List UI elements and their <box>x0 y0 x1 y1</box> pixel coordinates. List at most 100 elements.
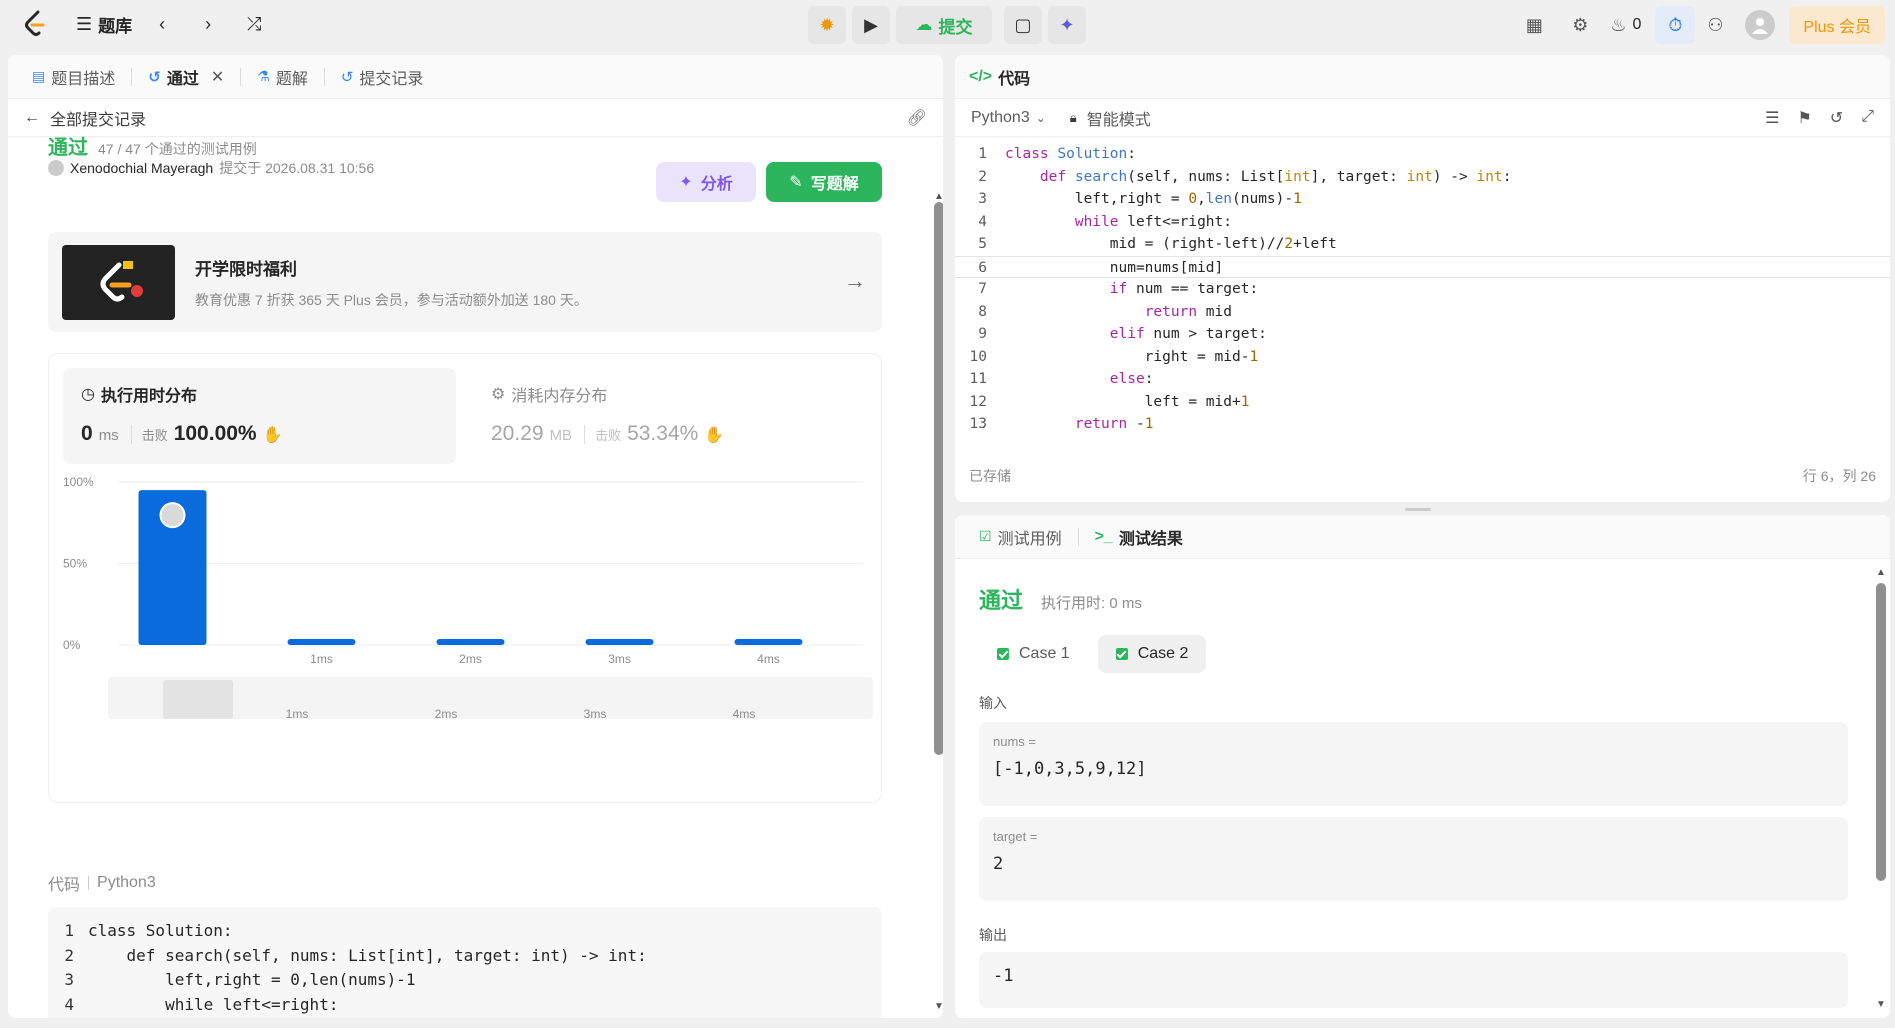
run-button[interactable]: ▶ <box>852 6 890 44</box>
leetcode-logo-icon[interactable] <box>20 8 50 40</box>
username[interactable]: Xenodochial Mayeragh <box>70 160 213 176</box>
scroll-up-icon[interactable]: ▲ <box>934 191 943 202</box>
share-link-icon[interactable]: 🔗︎ <box>907 108 927 128</box>
streak-button[interactable]: ♨ 0 <box>1610 9 1641 41</box>
back-to-submissions[interactable]: ← 全部提交记录 <box>24 106 146 130</box>
line-number: 4 <box>64 994 74 1014</box>
submitted-time: 提交于 2026.08.31 10:56 <box>219 160 375 176</box>
tab-accepted[interactable]: ↺ 通过 ✕ <box>138 55 234 99</box>
status-row: 通过 47 / 47 个通过的测试用例 <box>48 131 257 160</box>
code-label: 代码 <box>48 877 81 894</box>
problem-list-button[interactable]: ☰ 题库 <box>76 8 132 40</box>
debug-button[interactable]: ✹ <box>808 6 846 44</box>
runtime-stat[interactable]: ◷ 执行用时分布 0 ms 击败 100.00% ✋ <box>63 368 456 464</box>
editor-line[interactable]: 9 elif num > target: <box>955 323 1890 346</box>
test-result-panel: ☑ 测试用例 >_ 测试结果 通过 执行用时: 0 ms Case 1 Case… <box>955 515 1890 1018</box>
promo-banner[interactable]: 开学限时福利 教育优惠 7 折获 365 天 Plus 会员，参与活动额外加送 … <box>48 232 882 332</box>
avatar[interactable] <box>1745 10 1776 40</box>
editor-line[interactable]: 13 return -1 <box>955 413 1890 436</box>
editor-mode[interactable]: 智能模式 <box>1087 106 1151 130</box>
editor-line[interactable]: 11 else: <box>955 368 1890 391</box>
chart-bar[interactable] <box>287 639 356 645</box>
code-editor[interactable]: 1 class Solution: 2 def search(self, nums:… <box>955 139 1890 459</box>
cloud-upload-icon: ☁ <box>915 15 933 34</box>
tab-testcase[interactable]: ☑ 测试用例 <box>969 515 1072 559</box>
invite-button[interactable]: ⚇ <box>1699 9 1731 41</box>
editor-line[interactable]: 6 num=nums[mid] <box>955 255 1890 278</box>
editor-line[interactable]: 10 right = mid-1 <box>955 346 1890 369</box>
chart-bar[interactable] <box>734 639 803 645</box>
analyze-button[interactable]: ✦ 分析 <box>656 162 756 202</box>
vertical-resize-handle[interactable] <box>1405 508 1431 511</box>
y-tick-label: 50% <box>63 557 87 571</box>
memory-title: 消耗内存分布 <box>511 388 608 405</box>
memory-stat[interactable]: ⚙ 消耗内存分布 20.29 MB 击败 53.34% ✋ <box>473 368 866 464</box>
scroll-down-icon[interactable]: ▼ <box>934 1001 943 1012</box>
tab-submissions[interactable]: ↺ 提交记录 <box>331 55 434 99</box>
saved-status: 已存储 <box>969 468 1011 484</box>
editor-line[interactable]: 3 left,right = 0,len(nums)-1 <box>955 188 1890 211</box>
bug-icon: ✹ <box>819 14 835 35</box>
scroll-down-icon[interactable]: ▼ <box>1876 999 1886 1010</box>
editor-line[interactable]: 8 return mid <box>955 301 1890 324</box>
notes-button[interactable]: ▢ <box>1004 6 1042 44</box>
tab-test-result[interactable]: >_ 测试结果 <box>1085 515 1193 559</box>
tab-label: 题目描述 <box>51 70 116 88</box>
write-solution-button[interactable]: ✎ 写题解 <box>766 162 882 202</box>
editor-footer: 已存储 行 6，列 26 <box>955 459 1890 493</box>
case-label: Case 2 <box>1137 645 1189 662</box>
input-value[interactable]: 2 <box>993 854 1834 874</box>
cursor-position: 行 6，列 26 <box>1802 468 1876 484</box>
random-problem-button[interactable]: ⤮ <box>238 8 270 40</box>
lock-icon: 🔒︎ <box>1069 109 1077 125</box>
code-panel-title: 代码 <box>998 70 1031 88</box>
expand-icon[interactable]: ⤢ <box>1861 108 1874 128</box>
left-scrollbar[interactable] <box>934 202 943 755</box>
next-problem-button[interactable]: › <box>192 8 224 40</box>
close-icon[interactable]: ✕ <box>211 67 224 87</box>
settings-button[interactable]: ⚙ <box>1564 9 1596 41</box>
timer-button[interactable]: ⏱ <box>1655 6 1696 44</box>
format-icon[interactable]: ☰ <box>1765 108 1779 128</box>
input-value[interactable]: [-1,0,3,5,9,12] <box>993 759 1834 779</box>
reset-icon[interactable]: ↺ <box>1830 108 1843 128</box>
editor-line[interactable]: 1 class Solution: <box>955 143 1890 166</box>
gear-icon: ⚙ <box>1572 14 1589 35</box>
memory-unit: MB <box>549 427 573 444</box>
layout-button[interactable]: ▦ <box>1518 9 1550 41</box>
chart-range-handle[interactable] <box>163 680 233 719</box>
chart-bar[interactable] <box>585 639 654 645</box>
bookmark-icon[interactable]: ⚑ <box>1797 108 1811 128</box>
result-status: 通过 <box>979 588 1024 613</box>
prev-problem-button[interactable]: ‹ <box>146 8 178 40</box>
editor-line[interactable]: 12 left = mid+1 <box>955 391 1890 414</box>
runtime-distribution-chart: 100% 50% 0% 1ms 2ms 3ms 4ms 1ms 2ms 3ms 4ms <box>63 472 873 792</box>
editor-line[interactable]: 7 if num == target: <box>955 278 1890 301</box>
scroll-up-icon[interactable]: ▲ <box>1876 567 1886 578</box>
editor-line-text: if num == target: <box>1109 281 1259 297</box>
ai-assistant-button[interactable]: ✦ <box>1048 6 1086 44</box>
code-text: def search(self, nums: List[int], target… <box>88 945 647 965</box>
tab-solutions[interactable]: ⚗ 题解 <box>247 55 318 99</box>
arrow-left-icon: ← <box>24 108 40 126</box>
flask-icon: ⚗ <box>257 68 270 84</box>
submitted-code-block[interactable]: 1 class Solution: 2 def search(self, nums:… <box>48 907 882 1018</box>
submit-button[interactable]: ☁ 提交 <box>896 6 992 44</box>
result-scrollbar[interactable] <box>1876 583 1886 881</box>
chevron-right-icon: › <box>205 13 212 34</box>
line-number: 1 <box>64 921 74 940</box>
line-number: 2 <box>978 168 987 185</box>
chart-bar[interactable] <box>436 639 505 645</box>
plus-membership-button[interactable]: Plus 会员 <box>1789 6 1885 44</box>
code-line: 3 left,right = 0,len(nums)-1 <box>48 968 882 993</box>
editor-line[interactable]: 4 while left<=right: <box>955 211 1890 234</box>
shuffle-icon: ⤮ <box>246 13 262 34</box>
output-value[interactable]: -1 <box>993 966 1834 986</box>
tab-description[interactable]: ▤ 题目描述 <box>22 55 125 99</box>
editor-line[interactable]: 2 def search(self, nums: List[int], targ… <box>955 166 1890 189</box>
case-1-button[interactable]: Case 1 <box>979 635 1088 673</box>
language-select[interactable]: Python3 ⌄ <box>971 109 1046 127</box>
editor-line[interactable]: 5 mid = (right-left)//2+left <box>955 233 1890 256</box>
case-2-button[interactable]: Case 2 <box>1097 635 1207 673</box>
check-icon <box>1115 648 1128 660</box>
